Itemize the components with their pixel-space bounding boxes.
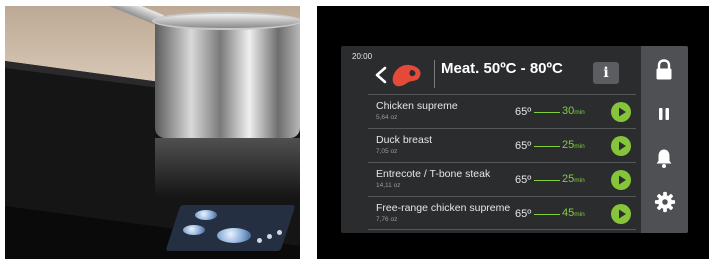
pause-button[interactable] bbox=[641, 92, 688, 136]
settings-button[interactable] bbox=[641, 180, 688, 224]
recipe-row[interactable]: Chicken supreme 5,64 oz 65º 30min bbox=[368, 94, 636, 128]
start-recipe-button[interactable] bbox=[611, 136, 631, 156]
time-connector-line bbox=[534, 112, 560, 113]
timer-bell-button[interactable] bbox=[641, 136, 688, 180]
start-recipe-button[interactable] bbox=[611, 204, 631, 224]
time-connector-line bbox=[534, 146, 560, 147]
clock: 20:00 bbox=[352, 52, 373, 61]
recipe-time: 30min bbox=[562, 105, 585, 117]
info-button[interactable]: i bbox=[593, 62, 619, 84]
play-icon bbox=[619, 107, 626, 117]
time-connector-line bbox=[534, 214, 560, 215]
steak-icon bbox=[392, 64, 421, 87]
hob-control-button bbox=[217, 228, 251, 243]
recipe-time-value: 25 bbox=[562, 173, 575, 185]
recipe-weight: 7,05 oz bbox=[376, 148, 398, 155]
recipe-temperature: 65º bbox=[515, 174, 532, 186]
start-recipe-button[interactable] bbox=[611, 170, 631, 190]
hob-control-button bbox=[183, 225, 205, 235]
play-icon bbox=[619, 209, 626, 219]
recipe-row[interactable]: Entrecote / T-bone steak 14,11 oz 65º 25… bbox=[368, 162, 636, 196]
page-title: Meat. 50ºC - 80ºC bbox=[441, 60, 563, 77]
recipe-time: 25min bbox=[562, 139, 585, 151]
bell-icon bbox=[656, 149, 672, 168]
saucepan-rim bbox=[152, 12, 300, 30]
recipe-time: 25min bbox=[562, 173, 585, 185]
lock-icon bbox=[656, 59, 672, 80]
hob-indicator-dot bbox=[267, 234, 272, 239]
recipe-time-unit: min bbox=[574, 177, 585, 184]
recipe-weight: 5,64 oz bbox=[376, 114, 398, 121]
recipe-list: Chicken supreme 5,64 oz 65º 30min Duck b… bbox=[368, 94, 636, 230]
recipe-temperature: 65º bbox=[515, 208, 532, 220]
recipe-time: 45min bbox=[562, 207, 585, 219]
gear-icon bbox=[654, 191, 676, 213]
lock-button[interactable] bbox=[641, 48, 688, 92]
pause-icon bbox=[659, 108, 669, 120]
recipe-time-unit: min bbox=[574, 109, 585, 116]
recipe-time-value: 25 bbox=[562, 139, 575, 151]
start-recipe-button[interactable] bbox=[611, 102, 631, 122]
recipe-name: Chicken supreme bbox=[376, 100, 458, 112]
play-icon bbox=[619, 141, 626, 151]
time-connector-line bbox=[534, 180, 560, 181]
recipe-time-unit: min bbox=[574, 143, 585, 150]
touch-screen: 20:00 Meat. 50ºC - 80ºC i Chicken suprem… bbox=[341, 46, 688, 233]
hob-indicator-dot bbox=[277, 230, 282, 235]
recipe-temperature: 65º bbox=[515, 106, 532, 118]
recipe-time-value: 30 bbox=[562, 105, 575, 117]
recipe-row[interactable]: Duck breast 7,05 oz 65º 25min bbox=[368, 128, 636, 162]
sidebar bbox=[641, 46, 688, 233]
hob-indicator-dot bbox=[257, 238, 262, 243]
recipe-name: Free-range chicken supreme bbox=[376, 202, 511, 214]
play-icon bbox=[619, 175, 626, 185]
recipe-temperature: 65º bbox=[515, 140, 532, 152]
recipe-time-unit: min bbox=[574, 211, 585, 218]
back-chevron-icon[interactable] bbox=[374, 66, 388, 84]
recipe-row[interactable]: Free-range chicken supreme 7,76 oz 65º 4… bbox=[368, 196, 636, 230]
saucepan bbox=[155, 18, 300, 138]
recipe-name: Entrecote / T-bone steak bbox=[376, 168, 491, 180]
recipe-weight: 7,76 oz bbox=[376, 216, 398, 223]
recipe-name: Duck breast bbox=[376, 134, 433, 146]
hob-control-button bbox=[195, 210, 217, 220]
pan-reflection bbox=[155, 138, 300, 198]
title-divider bbox=[434, 60, 435, 88]
recipe-weight: 14,11 oz bbox=[376, 182, 401, 189]
product-photo bbox=[5, 6, 300, 259]
recipe-time-value: 45 bbox=[562, 207, 575, 219]
